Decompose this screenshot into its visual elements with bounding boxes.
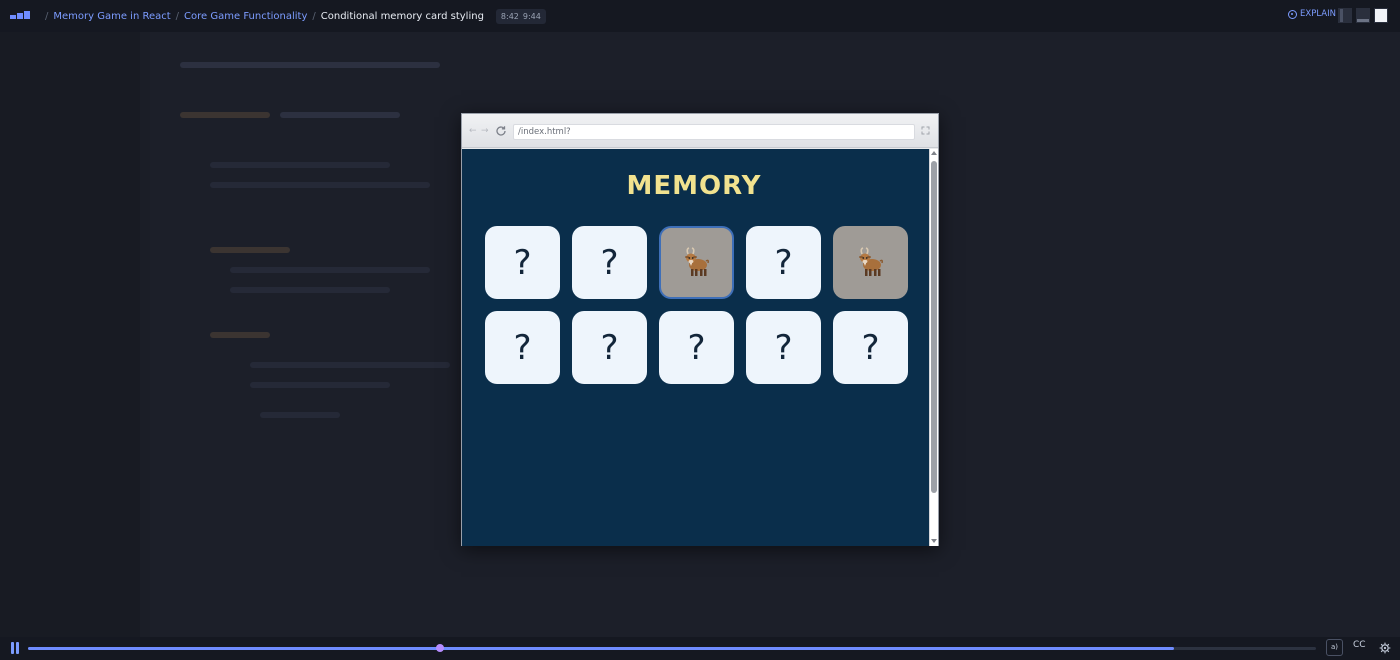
scrimba-logo-icon[interactable]: [10, 11, 30, 21]
layout-preview-icon[interactable]: [1374, 8, 1388, 23]
scroll-up-icon[interactable]: [931, 151, 937, 155]
card-grid: ?? ? ?????: [485, 226, 909, 384]
explain-button[interactable]: EXPLAIN: [1288, 9, 1336, 19]
breadcrumb: / Memory Game in React / Core Game Funct…: [40, 0, 546, 32]
player-controls: a) CC: [0, 637, 1400, 660]
card-question-mark: ?: [774, 327, 793, 368]
progress-track[interactable]: [28, 644, 1316, 652]
progress-marker[interactable]: [436, 644, 445, 652]
memory-card-hidden[interactable]: ?: [833, 311, 908, 384]
game-title: MEMORY: [626, 171, 762, 201]
lesson-time-badge: 8:42 9:44: [495, 8, 546, 24]
breadcrumb-current-lesson: Conditional memory card styling: [320, 10, 484, 22]
expand-icon[interactable]: [921, 126, 930, 135]
back-arrow-icon[interactable]: ←: [469, 126, 477, 136]
card-question-mark: ?: [600, 327, 619, 368]
card-question-mark: ?: [600, 242, 619, 283]
card-question-mark: ?: [513, 327, 532, 368]
settings-gear-icon[interactable]: [1379, 642, 1391, 654]
goat-emoji-icon: [853, 245, 889, 281]
breadcrumb-module[interactable]: Core Game Functionality: [184, 11, 307, 22]
time-current: 8:42: [500, 11, 519, 21]
card-question-mark: ?: [774, 242, 793, 283]
scroll-thumb[interactable]: [931, 161, 937, 493]
memory-card-flipped[interactable]: [833, 226, 908, 299]
captions-button[interactable]: CC: [1353, 640, 1366, 650]
reload-icon[interactable]: [495, 125, 507, 137]
breadcrumb-course[interactable]: Memory Game in React: [53, 11, 170, 22]
layout-console-icon[interactable]: [1356, 8, 1370, 23]
browser-toolbar: ← → /index.html?: [462, 114, 938, 148]
time-total: 9:44: [522, 11, 541, 21]
card-question-mark: ?: [687, 327, 706, 368]
game-viewport: MEMORY ?? ? ?????: [462, 149, 929, 546]
file-sidebar: [0, 32, 140, 637]
preview-browser-window: ← → /index.html? MEMORY ?? ? ?????: [461, 113, 939, 546]
memory-card-hidden[interactable]: ?: [572, 226, 647, 299]
explain-label: EXPLAIN: [1300, 9, 1336, 19]
explain-icon: [1288, 9, 1297, 19]
memory-card-hidden[interactable]: ?: [572, 311, 647, 384]
memory-card-hidden[interactable]: ?: [746, 311, 821, 384]
memory-card-flipped[interactable]: [659, 226, 734, 299]
card-question-mark: ?: [861, 327, 880, 368]
speech-icon[interactable]: a): [1326, 639, 1343, 656]
memory-card-hidden[interactable]: ?: [485, 311, 560, 384]
top-bar: / Memory Game in React / Core Game Funct…: [0, 0, 1400, 32]
pause-icon[interactable]: [10, 642, 20, 654]
layout-switcher: [1338, 8, 1388, 23]
layout-sidebar-icon[interactable]: [1338, 8, 1352, 23]
url-field[interactable]: /index.html?: [513, 124, 915, 140]
goat-emoji-icon: [679, 245, 715, 281]
forward-arrow-icon[interactable]: →: [481, 126, 489, 136]
preview-scrollbar[interactable]: [929, 149, 938, 546]
memory-card-hidden[interactable]: ?: [485, 226, 560, 299]
card-question-mark: ?: [513, 242, 532, 283]
memory-card-hidden[interactable]: ?: [659, 311, 734, 384]
memory-card-hidden[interactable]: ?: [746, 226, 821, 299]
scroll-down-icon[interactable]: [931, 539, 937, 543]
progress-fill: [28, 647, 1175, 650]
